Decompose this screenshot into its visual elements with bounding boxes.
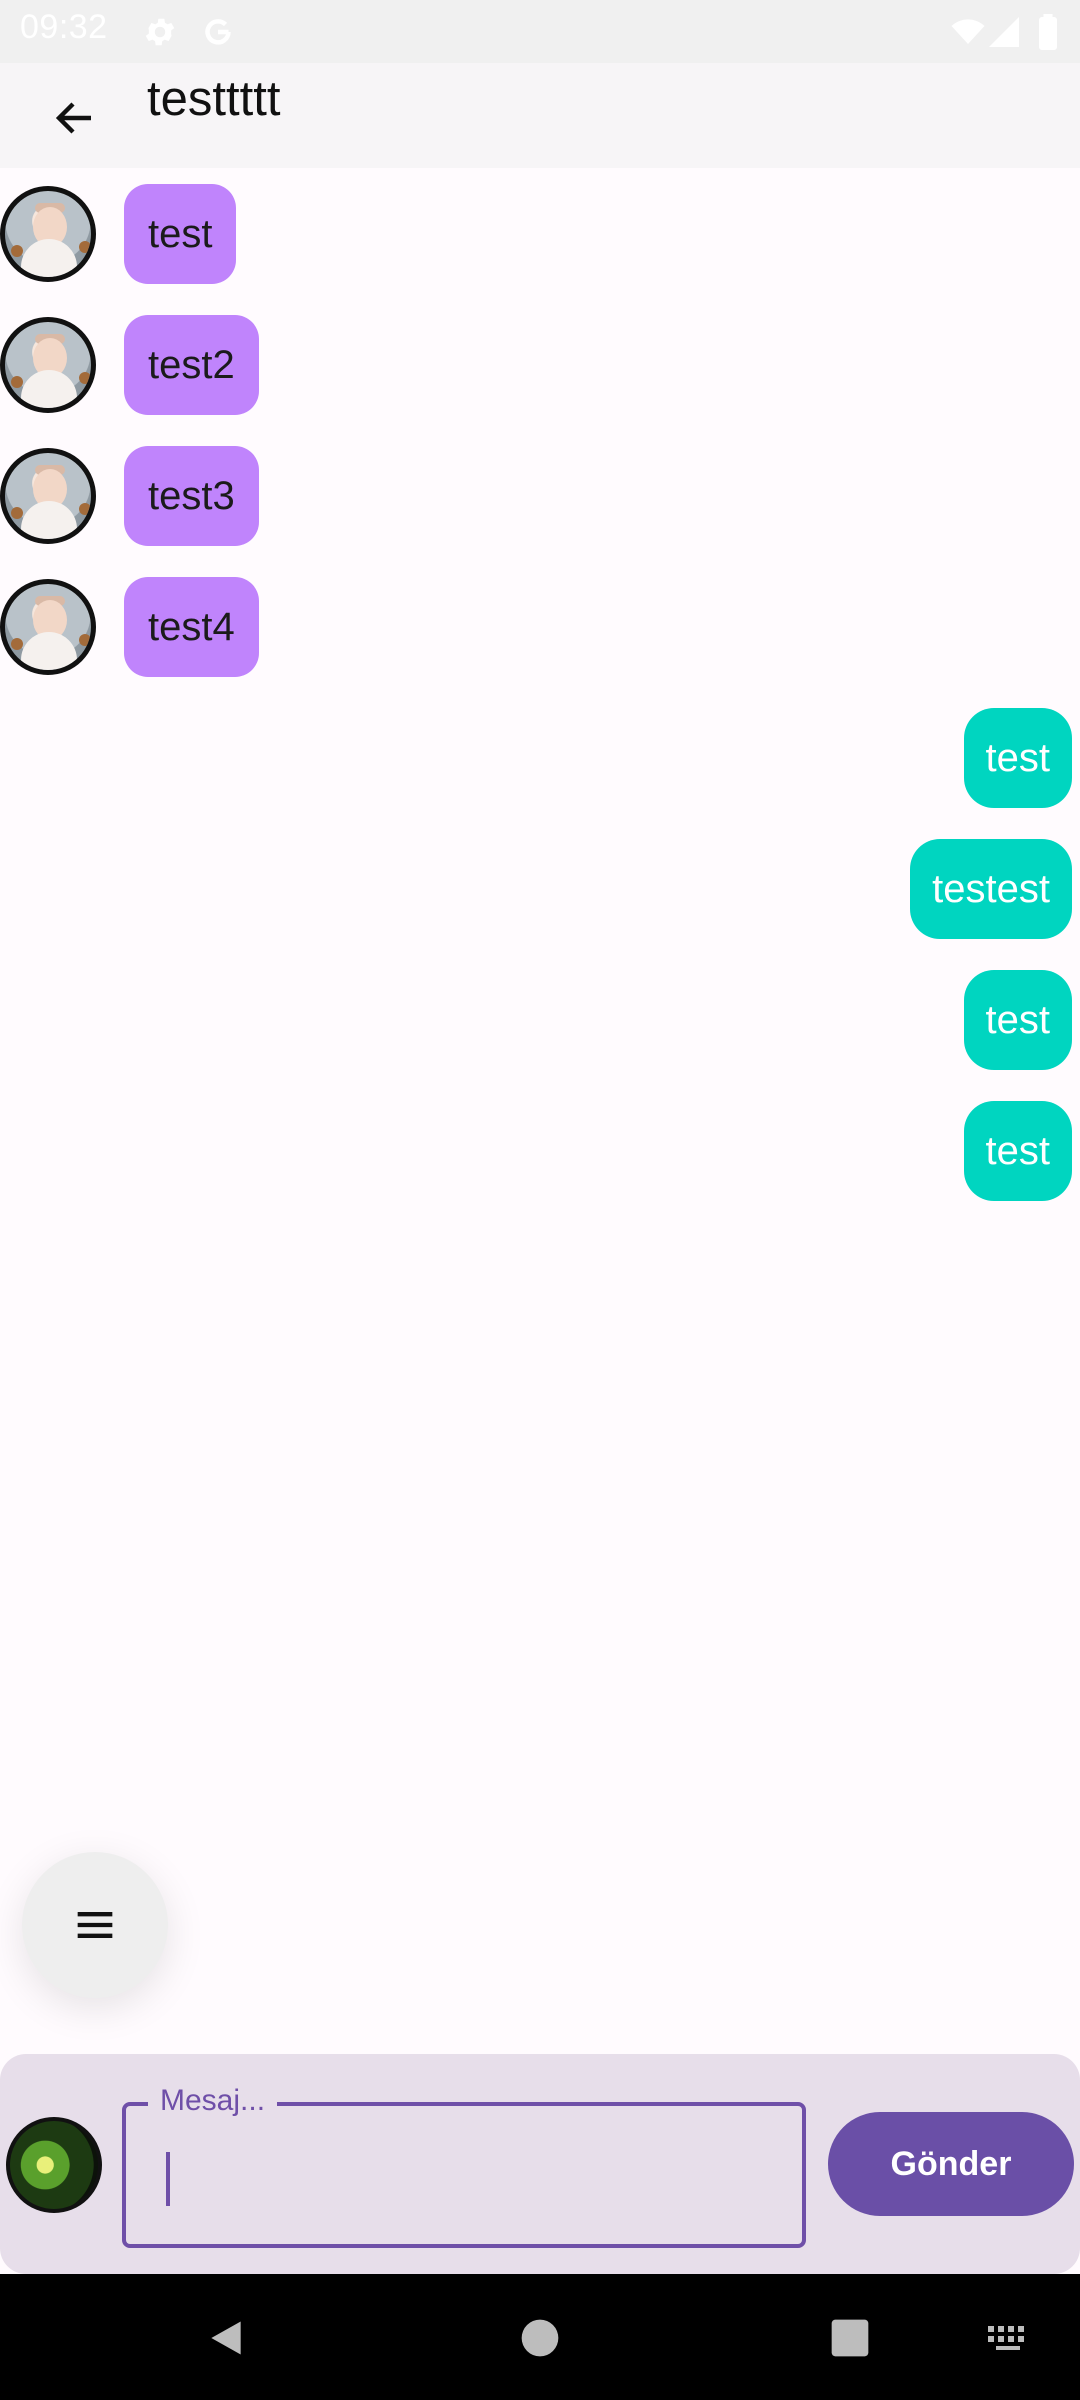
system-nav-bar — [0, 2274, 1080, 2400]
back-button[interactable] — [40, 83, 110, 153]
send-button[interactable]: Gönder — [828, 2112, 1074, 2216]
gear-icon — [140, 12, 180, 52]
google-icon — [198, 12, 238, 52]
wifi-icon — [948, 12, 988, 52]
message-bubble-outgoing[interactable]: test — [963, 708, 1072, 808]
message-field[interactable]: Mesaj... — [122, 2084, 806, 2248]
message-bubble-incoming[interactable]: test4 — [124, 577, 259, 677]
contact-avatar[interactable] — [0, 448, 96, 544]
arrow-back-icon — [55, 102, 91, 134]
nav-recents-button[interactable] — [820, 2308, 880, 2368]
user-avatar[interactable] — [6, 2117, 102, 2213]
message-bubble-outgoing[interactable]: test — [963, 970, 1072, 1070]
status-bar: 09:32 — [0, 0, 1080, 63]
contact-avatar[interactable] — [0, 186, 96, 282]
message-row-incoming: test3 — [0, 446, 259, 546]
home-circle-icon — [521, 2319, 559, 2357]
message-row-incoming: test — [0, 184, 237, 284]
contact-avatar[interactable] — [0, 579, 96, 675]
chat-messages[interactable]: test test2 test3 test4 test testest test… — [0, 168, 1080, 2048]
message-composer: Mesaj... Gönder — [0, 2054, 1080, 2274]
app-bar: testtttt — [0, 63, 1080, 168]
nav-home-button[interactable] — [510, 2308, 570, 2368]
keyboard-switch-button[interactable] — [978, 2308, 1038, 2368]
message-bubble-outgoing[interactable]: testest — [910, 839, 1072, 939]
message-field-label: Mesaj... — [148, 2084, 278, 2118]
message-row-incoming: test2 — [0, 315, 259, 415]
nav-back-button[interactable] — [196, 2308, 256, 2368]
signal-icon — [984, 12, 1024, 52]
back-triangle-icon — [211, 2321, 241, 2355]
message-row-incoming: test4 — [0, 577, 259, 677]
page-title: testtttt — [147, 72, 281, 126]
battery-icon — [1028, 12, 1068, 52]
menu-icon — [77, 1912, 113, 1938]
message-bubble-incoming[interactable]: test3 — [124, 446, 259, 546]
message-input[interactable] — [156, 2140, 776, 2210]
status-time: 09:32 — [20, 8, 108, 46]
message-bubble-incoming[interactable]: test2 — [124, 315, 259, 415]
keyboard-icon — [988, 2326, 1024, 2350]
contact-avatar[interactable] — [0, 317, 96, 413]
menu-button[interactable] — [22, 1852, 168, 1998]
message-bubble-outgoing[interactable]: test — [963, 1101, 1072, 1201]
recents-square-icon — [831, 2319, 869, 2357]
message-bubble-incoming[interactable]: test — [124, 184, 237, 284]
